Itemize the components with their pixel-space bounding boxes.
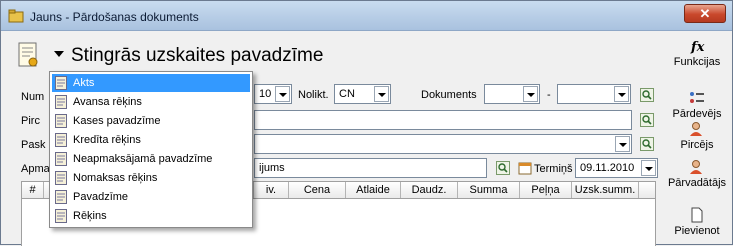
dropdown-item-label: Kredīta rēķins: [73, 134, 141, 146]
transporter-label: Pārvadātājs: [667, 177, 727, 189]
doc-type-dropdown: Akts Avansa rēķins Kases pavadzīme Kredī…: [49, 71, 253, 228]
buyer-field[interactable]: [254, 110, 632, 130]
explanation-select[interactable]: [254, 134, 632, 154]
dropdown-item-avansa-rekins[interactable]: Avansa rēķins: [52, 93, 250, 111]
chevron-down-icon[interactable]: [614, 86, 629, 102]
dropdown-item-kredita-rekins[interactable]: Kredīta rēķins: [52, 131, 250, 149]
term-date-value: 09.11.2010: [580, 162, 635, 174]
title-bar: Jauns - Pārdošanas dokuments ✕: [1, 1, 732, 31]
dropdown-item-neapmaksajama-pavadzime[interactable]: Neapmaksājamā pavadzīme: [52, 150, 250, 168]
transporter-person-icon: [690, 160, 702, 174]
svg-text:fx: fx: [690, 40, 705, 54]
seller-button[interactable]: Pārdevējs: [661, 90, 733, 120]
number-label: Num: [21, 91, 45, 103]
buyer-button[interactable]: Pircējs: [661, 121, 733, 151]
document-icon: [18, 42, 38, 67]
document-type-icon: [55, 152, 67, 166]
dropdown-item-label: Pavadzīme: [73, 191, 129, 203]
dropdown-item-label: Nomaksas rēķins: [73, 172, 158, 184]
documents-separator: -: [547, 89, 551, 101]
app-window: Jauns - Pārdošanas dokuments ✕ Stingrās …: [0, 0, 733, 246]
functions-button[interactable]: fx Funkcijas: [661, 38, 733, 68]
column-header-accounting-sum[interactable]: Uzsk.summ.: [572, 182, 639, 198]
seller-list-icon: [690, 92, 704, 103]
dropdown-item-label: Rēķins: [73, 210, 107, 222]
warehouse-select[interactable]: CN: [334, 84, 391, 104]
term-calendar-icon[interactable]: [518, 161, 532, 175]
attach-label: Pievienot: [674, 225, 720, 237]
document-type-icon: [55, 76, 67, 90]
documents-label: Dokuments: [421, 89, 477, 101]
column-header-discount[interactable]: Atlaide: [346, 182, 401, 198]
dropdown-item-kases-pavadzime[interactable]: Kases pavadzīme: [52, 112, 250, 130]
chevron-down-icon[interactable]: [275, 86, 290, 102]
functions-label: Funkcijas: [673, 56, 721, 68]
document-type-icon: [55, 133, 67, 147]
documents-series-select[interactable]: [484, 84, 540, 104]
dropdown-item-rekins[interactable]: Rēķins: [52, 207, 250, 225]
column-header-quantity[interactable]: Daudz.: [401, 182, 458, 198]
column-header-unit[interactable]: iv.: [254, 182, 289, 198]
search-icon[interactable]: [496, 161, 510, 175]
column-header-profit[interactable]: Peļņa: [520, 182, 572, 198]
term-date-select[interactable]: 09.11.2010: [575, 158, 658, 178]
column-header-price[interactable]: Cena: [289, 182, 346, 198]
search-icon[interactable]: [640, 137, 654, 151]
warehouse-select-value: CN: [339, 88, 355, 100]
dropdown-item-label: Avansa rēķins: [73, 96, 142, 108]
search-icon[interactable]: [640, 113, 654, 127]
dropdown-item-label: Akts: [73, 77, 95, 89]
document-type-icon: [55, 190, 67, 204]
payment-field-value: ijums: [259, 162, 285, 174]
document-type-icon: [55, 114, 67, 128]
search-icon[interactable]: [640, 88, 654, 102]
doc-type-dropdown-arrow-icon[interactable]: [54, 51, 64, 57]
buyer-person-icon: [690, 122, 702, 136]
buyer-label: Pircējs: [680, 139, 714, 151]
chevron-down-icon[interactable]: [615, 136, 630, 152]
attach-button[interactable]: Pievienot: [661, 207, 733, 237]
dropdown-item-nomaksas-rekins[interactable]: Nomaksas rēķins: [52, 169, 250, 187]
dropdown-item-label: Kases pavadzīme: [73, 115, 161, 127]
dropdown-item-label: Neapmaksājamā pavadzīme: [73, 153, 213, 165]
document-type-icon: [55, 209, 67, 223]
number-select-value: 10: [259, 88, 272, 100]
dropdown-item-akts[interactable]: Akts: [52, 74, 250, 92]
chevron-down-icon[interactable]: [641, 160, 656, 176]
column-header-index[interactable]: #: [22, 182, 44, 198]
document-type-icon: [55, 95, 67, 109]
close-button[interactable]: ✕: [684, 4, 726, 23]
column-header-sum[interactable]: Summa: [458, 182, 520, 198]
term-label: Termiņš: [534, 163, 573, 175]
transporter-button[interactable]: Pārvadātājs: [661, 159, 733, 189]
right-toolbar: fx Funkcijas Pārdevējs Pircējs Pārvadātā…: [661, 32, 733, 245]
payment-label: Apmal: [21, 163, 53, 175]
payment-field[interactable]: ijums: [254, 158, 487, 178]
chevron-down-icon[interactable]: [523, 86, 538, 102]
app-icon: [8, 9, 24, 23]
number-select[interactable]: 10: [254, 84, 292, 104]
window-title: Jauns - Pārdošanas dokuments: [30, 10, 199, 24]
dropdown-item-pavadzime[interactable]: Pavadzīme: [52, 188, 250, 206]
document-type-icon: [55, 171, 67, 185]
function-fx-icon: fx: [690, 40, 705, 54]
buyer-field-label: Pirc: [21, 115, 40, 127]
seller-label: Pārdevējs: [672, 108, 722, 120]
chevron-down-icon[interactable]: [374, 86, 389, 102]
explanation-label: Pask: [21, 139, 46, 151]
documents-number-select[interactable]: [557, 84, 631, 104]
attach-document-icon: [691, 207, 703, 223]
doc-type-title[interactable]: Stingrās uzskaites pavadzīme: [71, 45, 323, 67]
warehouse-label: Nolikt.: [298, 89, 329, 101]
